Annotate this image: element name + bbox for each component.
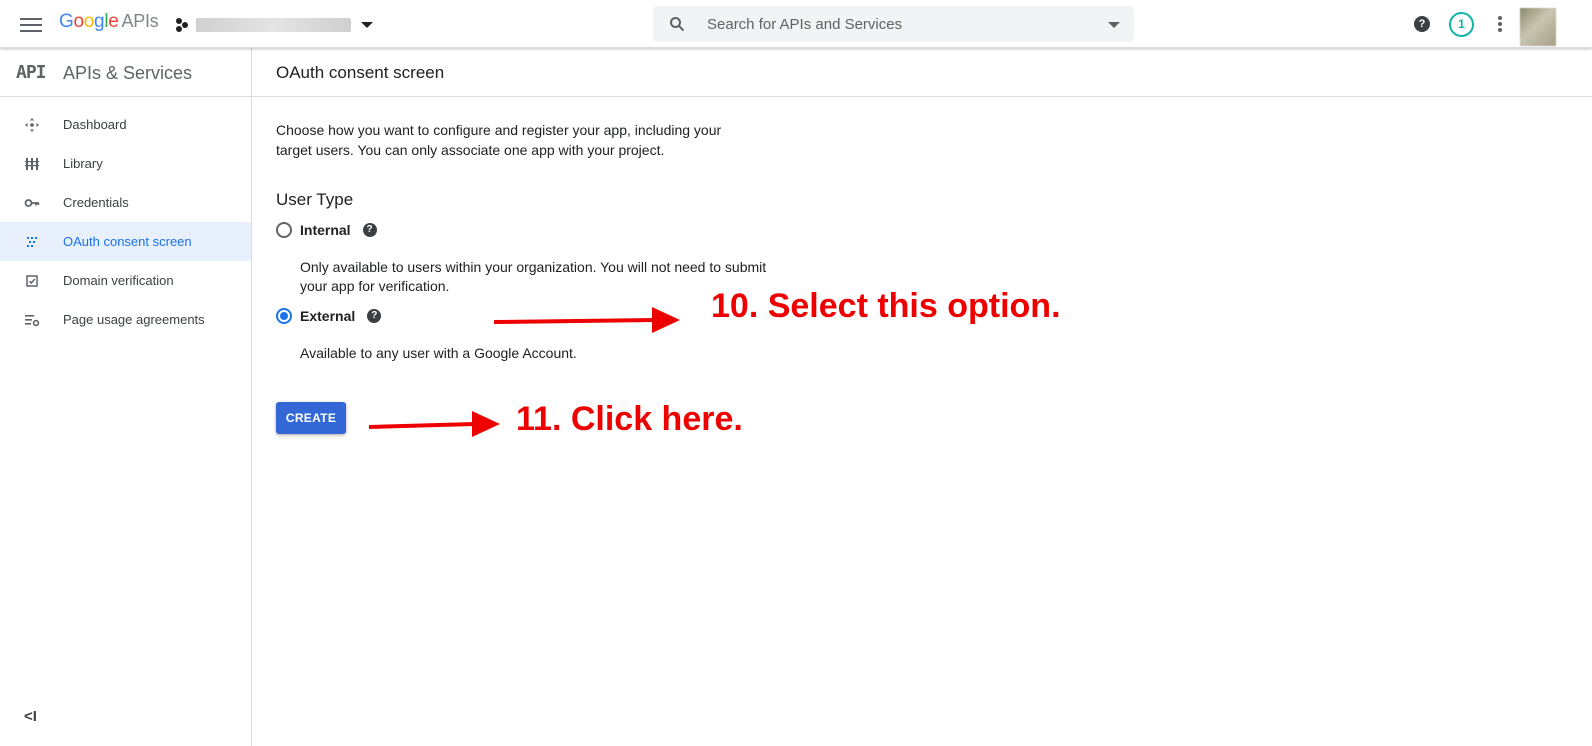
internal-option[interactable]: Internal ?: [276, 222, 377, 238]
logo-suffix: APIs: [121, 11, 159, 31]
api-logo-icon: API: [16, 62, 46, 83]
internal-help-icon[interactable]: ?: [362, 223, 377, 237]
search-bar[interactable]: [653, 6, 1134, 42]
search-dropdown-icon[interactable]: [1108, 22, 1120, 28]
top-app-bar: GoogleAPIs ? 1: [0, 0, 1592, 48]
settings-list-icon: [25, 315, 40, 327]
more-vert-icon[interactable]: [1496, 15, 1504, 35]
logo-letter-e: e: [108, 11, 119, 32]
project-icon: [176, 18, 190, 32]
annotation-step11: 11. Click here.: [516, 400, 743, 438]
search-input[interactable]: [707, 6, 1087, 42]
internal-description: Only available to users within your orga…: [300, 259, 767, 294]
avatar[interactable]: [1520, 8, 1556, 46]
logo-letter-o2: o: [83, 11, 95, 32]
create-button[interactable]: CREATE: [276, 402, 346, 434]
logo-letter-g2: g: [94, 11, 105, 32]
sidebar-item-label: OAuth consent screen: [63, 234, 192, 249]
page-header: OAuth consent screen: [252, 48, 1592, 97]
arrow-step10-line: [493, 318, 656, 324]
arrow-step11-line: [368, 422, 476, 429]
logo-letter-o1: o: [73, 11, 84, 32]
menu-icon[interactable]: [20, 14, 42, 34]
external-option[interactable]: External ?: [276, 308, 382, 324]
sidebar-item-page-usage-agreements[interactable]: Page usage agreements: [0, 300, 251, 339]
project-name-redacted: [196, 18, 351, 32]
sidebar-item-credentials[interactable]: Credentials: [0, 183, 251, 222]
external-description: Available to any user with a Google Acco…: [300, 345, 577, 361]
chevron-down-icon: [361, 22, 373, 28]
consent-form: Choose how you want to configure and reg…: [276, 120, 766, 434]
sidebar-item-label: Dashboard: [63, 117, 127, 132]
internal-label: Internal: [300, 222, 351, 238]
dashboard-icon: [25, 118, 39, 132]
page-title: OAuth consent screen: [276, 63, 445, 82]
external-help-icon[interactable]: ?: [367, 309, 382, 323]
google-apis-logo[interactable]: Google APIs: [59, 11, 159, 33]
user-type-title: User Type: [276, 190, 354, 209]
project-selector[interactable]: [176, 14, 373, 36]
logo-letter-g: G: [59, 11, 74, 32]
sidebar-item-dashboard[interactable]: Dashboard: [0, 105, 251, 144]
key-icon: [24, 199, 40, 207]
external-radio[interactable]: [276, 308, 292, 324]
sidebar-item-domain-verification[interactable]: Domain verification: [0, 261, 251, 300]
checkbox-icon: [26, 275, 38, 287]
notifications-badge[interactable]: 1: [1449, 12, 1474, 37]
sidebar-item-library[interactable]: Library: [0, 144, 251, 183]
internal-radio[interactable]: [276, 222, 292, 238]
oauth-icon: [27, 237, 37, 247]
external-label: External: [300, 308, 356, 324]
collapse-sidebar-icon[interactable]: <I: [24, 708, 37, 725]
intro-text: Choose how you want to configure and reg…: [276, 122, 722, 158]
sidebar-item-label: Domain verification: [63, 273, 174, 288]
sidebar-item-oauth-consent-screen[interactable]: OAuth consent screen: [0, 222, 251, 261]
arrow-step10-head: [652, 307, 680, 333]
sidebar-item-label: Credentials: [63, 195, 129, 210]
sidebar-item-label: Page usage agreements: [63, 312, 205, 327]
annotation-step10: 10. Select this option.: [711, 287, 1061, 325]
search-icon: [670, 17, 685, 32]
sidebar-title: APIs & Services: [63, 63, 193, 83]
library-icon: [25, 158, 39, 170]
sidebar-item-label: Library: [63, 156, 103, 171]
help-icon[interactable]: ?: [1414, 16, 1430, 32]
arrow-step11-head: [472, 411, 500, 437]
sidebar-header: API APIs & Services: [0, 48, 251, 97]
sidebar: API APIs & Services Dashboard Library Cr…: [0, 48, 252, 746]
